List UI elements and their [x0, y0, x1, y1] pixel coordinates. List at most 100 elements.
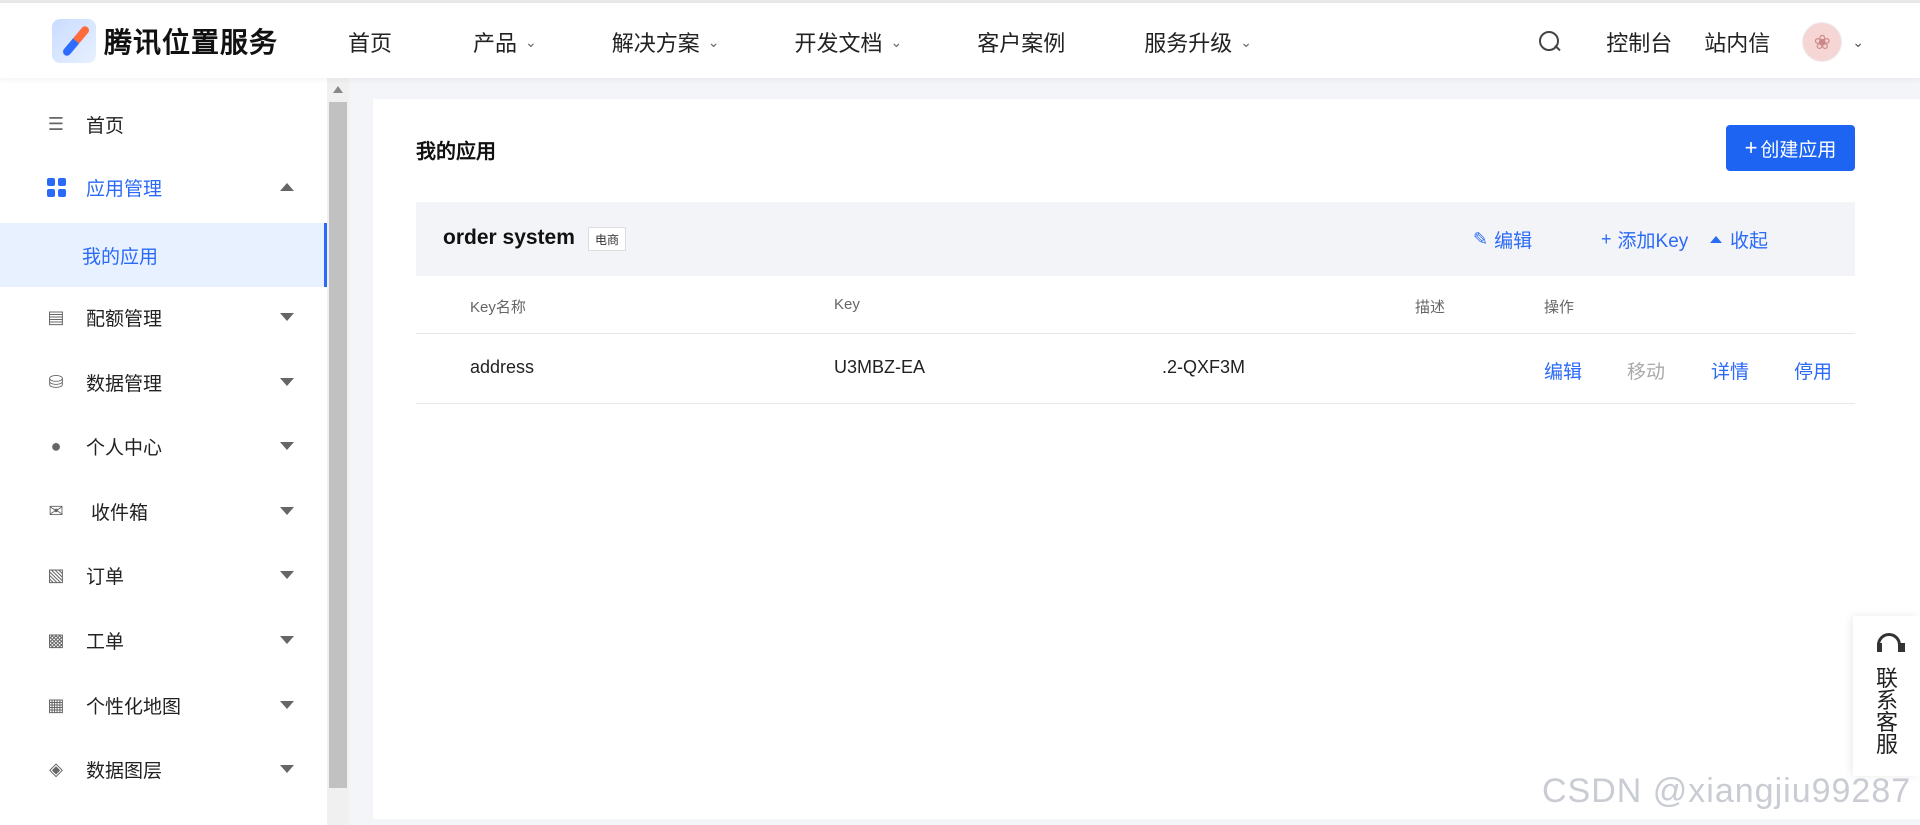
row-disable-link[interactable]: 停用: [1794, 357, 1832, 384]
database-icon: ⛁: [48, 371, 64, 392]
caret-down-icon: [280, 765, 294, 773]
nav-item-products[interactable]: 产品 ⌄: [473, 26, 537, 58]
sidebar-item-label: 配额管理: [86, 308, 163, 330]
chevron-down-icon: ⌄: [707, 33, 720, 50]
user-icon: ●: [50, 435, 62, 456]
divider: [416, 333, 1855, 334]
create-app-button[interactable]: + 创建应用: [1726, 125, 1855, 171]
sidebar-item-inbox[interactable]: ✉ 收件箱: [0, 479, 327, 543]
caret-down-icon: [280, 507, 294, 515]
nav-item-cases[interactable]: 客户案例: [977, 26, 1065, 58]
add-key-button[interactable]: + 添加Key: [1601, 226, 1688, 253]
chevron-down-icon: ⌄: [1240, 33, 1253, 50]
plus-icon: +: [1601, 229, 1612, 249]
nav-item-label: 首页: [348, 31, 393, 56]
key-value-suffix: .2-QXF3M: [1162, 357, 1246, 377]
sidebar-item-data-layers[interactable]: ◈ 数据图层: [0, 737, 327, 801]
nav-item-solutions[interactable]: 解决方案 ⌄: [612, 26, 720, 58]
sidebar-item-label: 应用管理: [86, 178, 163, 200]
caret-down-icon: [280, 442, 294, 450]
nav-item-label: 客户案例: [977, 31, 1066, 56]
top-navbar: 腾讯位置服务 首页 产品 ⌄ 解决方案 ⌄ 开发文档 ⌄ 客户案例 服务升级 ⌄…: [0, 0, 1920, 78]
app-category-tag: 电商: [588, 227, 627, 251]
column-header-actions: 操作: [1544, 299, 1575, 316]
sidebar-item-quota[interactable]: ▤ 配额管理: [0, 285, 327, 349]
brand-logo[interactable]: 腾讯位置服务: [52, 19, 278, 63]
caret-down-icon: [280, 571, 294, 579]
sidebar-item-data[interactable]: ⛁ 数据管理: [0, 350, 327, 414]
inbox-link[interactable]: 站内信: [1704, 26, 1770, 58]
edit-app-label: 编辑: [1494, 231, 1533, 252]
add-key-label: 添加Key: [1617, 231, 1689, 252]
caret-up-icon: [1710, 236, 1722, 243]
caret-down-icon: [280, 313, 294, 321]
nav-item-upgrade[interactable]: 服务升级 ⌄: [1144, 26, 1252, 58]
sidebar-item-custom-map[interactable]: ▦ 个性化地图: [0, 673, 327, 737]
key-name-cell: address: [470, 357, 535, 377]
caret-down-icon: [280, 701, 294, 709]
brand-name: 腾讯位置服务: [104, 27, 279, 58]
sidebar-item-label: 数据管理: [86, 373, 163, 395]
map-style-icon: ▦: [47, 694, 65, 715]
pencil-icon: ✎: [1473, 229, 1489, 249]
ticket-icon: ▩: [47, 629, 65, 650]
headset-icon: [1875, 633, 1905, 655]
collapse-button[interactable]: 收起: [1710, 226, 1768, 253]
console-link[interactable]: 控制台: [1606, 26, 1672, 58]
divider: [416, 403, 1855, 404]
avatar[interactable]: ❀: [1802, 22, 1843, 62]
clipboard-icon: ▧: [47, 564, 65, 585]
mail-icon: ✉: [48, 500, 64, 521]
row-move-link: 移动: [1627, 362, 1666, 383]
column-header-description: 描述: [1415, 299, 1446, 316]
sidebar-item-label: 个人中心: [86, 437, 163, 459]
collapse-label: 收起: [1730, 231, 1769, 252]
sidebar-item-label: 个性化地图: [86, 696, 182, 718]
sidebar-item-label: 收件箱: [91, 502, 149, 524]
column-header-key-name: Key名称: [470, 299, 526, 316]
contact-support-widget[interactable]: 联系客服: [1853, 616, 1920, 776]
sidebar-item-label: 我的应用: [82, 246, 159, 268]
sidebar-item-app-management[interactable]: 应用管理: [0, 155, 327, 219]
row-detail-link[interactable]: 详情: [1711, 357, 1749, 384]
sidebar-item-tickets[interactable]: ▩ 工单: [0, 608, 327, 672]
layers-icon: ◈: [49, 758, 63, 779]
sidebar-scrollbar[interactable]: [327, 78, 349, 825]
caret-down-icon: [280, 378, 294, 386]
nav-item-docs[interactable]: 开发文档 ⌄: [795, 26, 903, 58]
chevron-down-icon[interactable]: ⌄: [1852, 34, 1864, 51]
nav-right-group: 控制台 站内信 ❀ ⌄: [1538, 3, 1864, 81]
my-apps-card: 我的应用 + 创建应用 order system 电商 ✎ 编辑 + 添加Key…: [373, 99, 1920, 819]
scroll-thumb[interactable]: [329, 102, 347, 788]
grid-icon: [46, 177, 66, 197]
nav-item-label: 解决方案: [611, 31, 700, 56]
watermark: CSDN @xiangjiu99287: [1542, 772, 1912, 810]
sidebar-item-orders[interactable]: ▧ 订单: [0, 543, 327, 607]
nav-item-label: 服务升级: [1144, 31, 1233, 56]
column-header-key: Key: [834, 296, 860, 313]
key-value-prefix: U3MBZ-EA: [834, 357, 926, 377]
app-name: order system: [443, 226, 575, 249]
create-app-label: 创建应用: [1760, 139, 1837, 161]
plus-icon: +: [1744, 135, 1758, 160]
caret-up-icon: [280, 183, 294, 191]
page-title: 我的应用: [416, 141, 496, 163]
sidebar-item-profile[interactable]: ● 个人中心: [0, 414, 327, 478]
nav-item-label: 产品: [473, 31, 518, 56]
chart-icon: ▤: [47, 306, 65, 327]
main-nav: 首页 产品 ⌄ 解决方案 ⌄ 开发文档 ⌄ 客户案例 服务升级 ⌄: [348, 3, 1252, 81]
sidebar-item-my-apps[interactable]: 我的应用: [0, 223, 327, 287]
sidebar-item-home[interactable]: ☰ 首页: [0, 92, 327, 156]
sidebar: ☰ 首页 应用管理 我的应用 ▤ 配额管理 ⛁ 数据管理 ● 个人中心 ✉ 收件…: [0, 78, 327, 825]
sidebar-item-label: 工单: [86, 631, 125, 653]
row-edit-link[interactable]: 编辑: [1544, 357, 1582, 384]
caret-down-icon: [280, 636, 294, 644]
sidebar-item-label: 订单: [86, 566, 125, 588]
edit-app-button[interactable]: ✎ 编辑: [1473, 226, 1532, 253]
chevron-down-icon: ⌄: [890, 33, 903, 50]
search-icon[interactable]: [1538, 30, 1562, 54]
chevron-down-icon: ⌄: [525, 33, 537, 50]
nav-item-home[interactable]: 首页: [348, 26, 392, 58]
sidebar-item-label: 首页: [86, 115, 125, 137]
scroll-up-arrow-icon[interactable]: [333, 86, 343, 93]
